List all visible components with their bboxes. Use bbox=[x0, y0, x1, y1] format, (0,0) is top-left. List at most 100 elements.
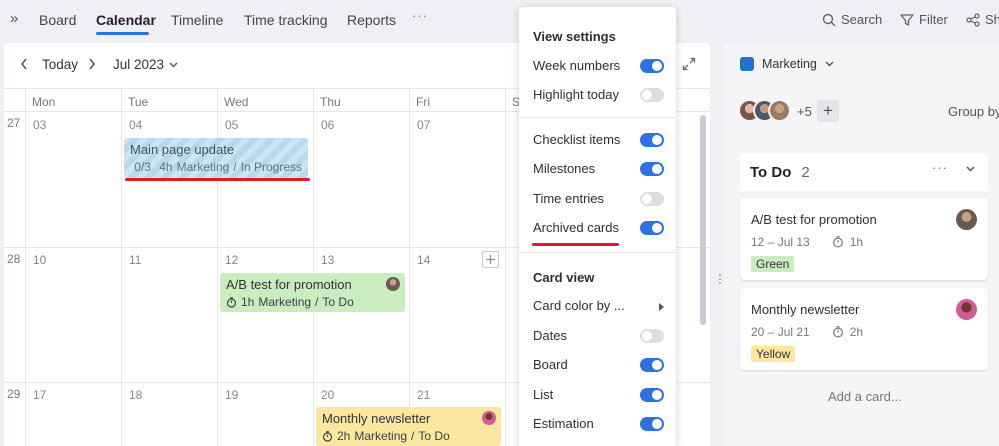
date-cell-label[interactable]: 04 bbox=[129, 118, 142, 132]
week-number: 29 bbox=[7, 387, 21, 401]
today-button[interactable]: Today bbox=[42, 57, 78, 72]
add-card-link[interactable]: Add a card... bbox=[828, 389, 902, 404]
menu-item-week-numbers[interactable]: Week numbers bbox=[533, 56, 664, 76]
expand-sidebar-icon[interactable]: » bbox=[10, 11, 24, 27]
card-dates: 20 – Jul 21 bbox=[751, 325, 810, 339]
date-cell-label[interactable]: 03 bbox=[33, 118, 46, 132]
add-card-button[interactable] bbox=[482, 251, 499, 268]
event-status: To Do bbox=[418, 429, 450, 443]
annotation-underline bbox=[532, 243, 619, 246]
chevron-down-icon bbox=[169, 62, 178, 67]
next-month-button[interactable] bbox=[87, 57, 97, 71]
menu-divider bbox=[519, 252, 676, 253]
estimation-toggle[interactable] bbox=[640, 417, 664, 431]
search-icon bbox=[822, 13, 836, 26]
date-cell-label[interactable]: 18 bbox=[129, 388, 142, 402]
menu-item-time-entries[interactable]: Time entries bbox=[533, 189, 664, 209]
event-ab-test[interactable]: A/B test for promotion 1h Marketing / To… bbox=[220, 273, 405, 312]
card-monthly-newsletter[interactable]: Monthly newsletter 20 – Jul 21 2h Yellow bbox=[740, 288, 988, 370]
board-selector[interactable]: Marketing bbox=[740, 57, 834, 71]
previous-month-button[interactable] bbox=[19, 57, 29, 71]
time-entries-toggle[interactable] bbox=[640, 192, 664, 206]
menu-divider bbox=[519, 117, 676, 118]
date-cell-label[interactable]: 14 bbox=[417, 253, 430, 267]
month-label: Jul 2023 bbox=[113, 57, 165, 72]
date-cell-label[interactable]: 05 bbox=[225, 118, 238, 132]
card-dates: 12 – Jul 13 bbox=[751, 235, 810, 249]
tab-timeline[interactable]: Timeline bbox=[171, 12, 223, 29]
list-toggle[interactable] bbox=[640, 388, 664, 402]
menu-heading-card-view: Card view bbox=[533, 270, 595, 285]
menu-item-dates[interactable]: Dates bbox=[533, 326, 664, 346]
view-settings-menu: View settings Week numbers Highlight tod… bbox=[519, 7, 676, 446]
menu-item-label: Archived cards bbox=[533, 220, 619, 235]
share-button[interactable]: Sh bbox=[966, 12, 999, 27]
expand-button[interactable] bbox=[682, 57, 696, 71]
search-button[interactable]: Search bbox=[822, 12, 882, 27]
annotation-underline bbox=[125, 178, 310, 181]
highlight-today-toggle[interactable] bbox=[640, 88, 664, 102]
event-meta: 2h Marketing / To Do bbox=[322, 429, 495, 443]
date-cell-label[interactable]: 07 bbox=[417, 118, 430, 132]
calendar-scrollbar[interactable] bbox=[700, 115, 706, 325]
add-member-button[interactable]: + bbox=[817, 100, 839, 122]
date-cell-label[interactable]: 17 bbox=[33, 388, 46, 402]
checklist-items-toggle[interactable] bbox=[640, 133, 664, 147]
column-title: To Do 2 bbox=[750, 164, 810, 181]
board-toggle[interactable] bbox=[640, 358, 664, 372]
month-selector[interactable]: Jul 2023 bbox=[113, 57, 178, 72]
drag-handle-icon[interactable]: ⋮ bbox=[714, 273, 726, 285]
column-collapse-button[interactable] bbox=[966, 166, 975, 172]
add-icon bbox=[486, 255, 495, 264]
date-cell-label[interactable]: 12 bbox=[225, 253, 238, 267]
menu-item-board[interactable]: Board bbox=[533, 355, 664, 375]
menu-item-highlight-today[interactable]: Highlight today bbox=[533, 85, 664, 105]
filter-button[interactable]: Filter bbox=[900, 12, 948, 27]
date-cell-label[interactable]: 10 bbox=[33, 253, 46, 267]
event-monthly-newsletter[interactable]: Monthly newsletter 2h Marketing / To Do bbox=[316, 407, 501, 446]
menu-item-checklist-items[interactable]: Checklist items bbox=[533, 130, 664, 150]
expand-icon bbox=[682, 57, 696, 71]
date-cell-label[interactable]: 21 bbox=[417, 388, 430, 402]
week-numbers-toggle[interactable] bbox=[640, 59, 664, 73]
menu-item-archived-cards[interactable]: Archived cards bbox=[533, 218, 664, 238]
member-avatars[interactable] bbox=[738, 99, 791, 122]
menu-item-label: Time entries bbox=[533, 191, 605, 206]
event-estimate: 2h bbox=[337, 429, 351, 443]
menu-item-estimation[interactable]: Estimation bbox=[533, 414, 664, 434]
day-header-wed: Wed bbox=[224, 95, 249, 109]
menu-heading-view-settings: View settings bbox=[533, 29, 616, 44]
menu-item-card-color-by[interactable]: Card color by ... bbox=[533, 296, 664, 316]
board-color-swatch bbox=[740, 57, 754, 71]
card-ab-test[interactable]: A/B test for promotion 12 – Jul 13 1h Gr… bbox=[740, 198, 988, 280]
event-main-page-update[interactable]: Main page update 0/3 4h Marketing / In P… bbox=[124, 138, 308, 178]
menu-item-label: Card color by ... bbox=[533, 298, 625, 313]
column-header-to-do: To Do 2 ··· bbox=[740, 153, 988, 191]
card-meta: 20 – Jul 21 2h bbox=[751, 325, 863, 339]
tab-reports[interactable]: Reports bbox=[347, 12, 396, 29]
event-title: Monthly newsletter bbox=[322, 411, 431, 426]
date-cell-label[interactable]: 11 bbox=[129, 253, 141, 267]
group-by-button[interactable]: Group by bbox=[948, 104, 999, 119]
date-cell-label[interactable]: 19 bbox=[225, 388, 238, 402]
archived-cards-toggle[interactable] bbox=[640, 221, 664, 235]
column-more-button[interactable]: ··· bbox=[932, 160, 948, 175]
day-header-thu: Thu bbox=[320, 95, 341, 109]
top-navigation: » Board Calendar Timeline Time tracking … bbox=[0, 0, 999, 42]
date-cell-label[interactable]: 13 bbox=[321, 253, 334, 267]
dates-toggle[interactable] bbox=[640, 329, 664, 343]
more-tabs-button[interactable]: ··· bbox=[412, 8, 428, 23]
date-cell-label[interactable]: 06 bbox=[321, 118, 334, 132]
menu-item-milestones[interactable]: Milestones bbox=[533, 159, 664, 179]
timer-icon bbox=[322, 430, 333, 442]
avatar bbox=[482, 411, 496, 425]
tab-calendar[interactable]: Calendar bbox=[96, 12, 156, 29]
extra-members-count[interactable]: +5 bbox=[797, 104, 812, 119]
date-cell-label[interactable]: 20 bbox=[321, 388, 334, 402]
grid-line bbox=[409, 88, 410, 446]
tab-time-tracking[interactable]: Time tracking bbox=[244, 12, 328, 29]
column-count: 2 bbox=[801, 164, 810, 181]
milestones-toggle[interactable] bbox=[640, 162, 664, 176]
menu-item-list[interactable]: List bbox=[533, 385, 664, 405]
tab-board[interactable]: Board bbox=[39, 12, 76, 29]
